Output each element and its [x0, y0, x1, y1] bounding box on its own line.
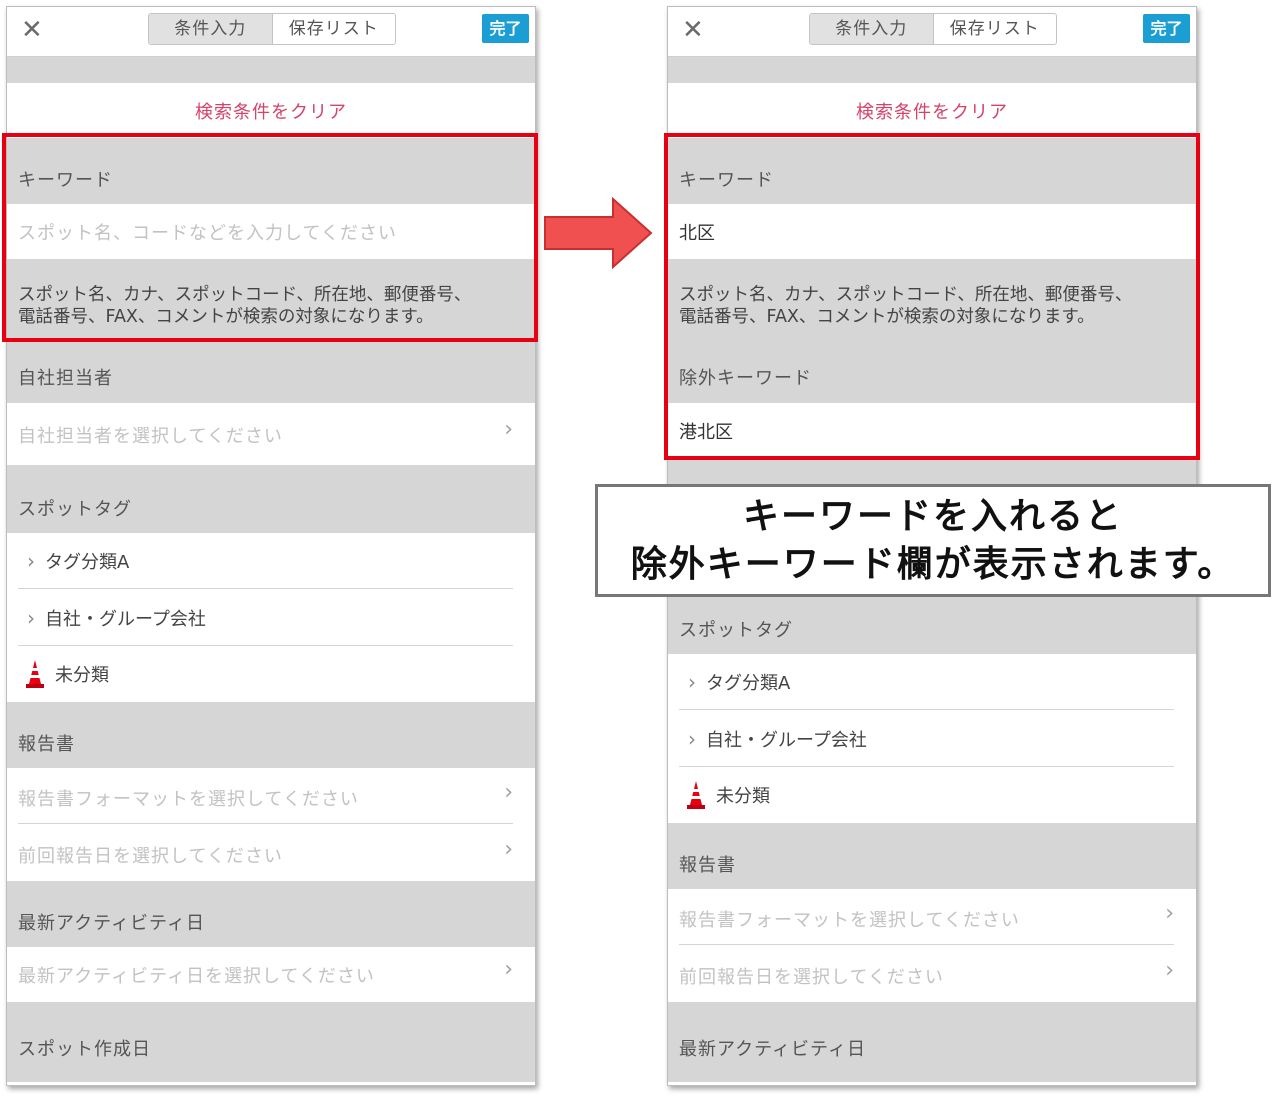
- section-spot-tag: スポットタグ: [7, 465, 535, 533]
- chevron-right-icon: ›: [27, 549, 35, 573]
- divider: [679, 944, 1174, 945]
- spot-tag-list: › タグ分類A › 自社・グループ会社 未分類: [668, 654, 1196, 823]
- done-button[interactable]: 完了: [1143, 14, 1190, 43]
- staff-title: 自社担当者: [18, 368, 113, 389]
- tag-label: 未分類: [55, 665, 109, 686]
- chevron-right-icon: ›: [688, 727, 696, 751]
- segmented-control: 条件入力 保存リスト: [809, 13, 1057, 45]
- chevron-right-icon: ›: [504, 417, 513, 442]
- activity-title: 最新アクティビティ日: [679, 1039, 866, 1060]
- activity-select-row: [668, 1082, 1196, 1085]
- activity-select-row[interactable]: 最新アクティビティ日を選択してください ›: [7, 947, 535, 1002]
- section-staff: 自社担当者: [7, 341, 535, 403]
- created-title: スポット作成日: [18, 1039, 151, 1060]
- tag-item-group[interactable]: › 自社・グループ会社: [27, 605, 206, 631]
- clear-conditions-link[interactable]: 検索条件をクリア: [7, 98, 535, 124]
- tab-saved-list[interactable]: 保存リスト: [934, 14, 1057, 44]
- traffic-cone-icon: [687, 781, 705, 809]
- section-created: スポット作成日: [7, 1002, 535, 1082]
- tag-item-group[interactable]: › 自社・グループ会社: [688, 726, 867, 752]
- close-icon[interactable]: ✕: [682, 15, 704, 45]
- report-list: 報告書フォーマットを選択してください › 前回報告日を選択してください ›: [7, 768, 535, 881]
- tab-condition-input[interactable]: 条件入力: [149, 14, 273, 44]
- divider: [18, 823, 513, 824]
- divider: [679, 766, 1174, 767]
- chevron-right-icon: ›: [504, 780, 513, 805]
- arrow-right-icon: [544, 197, 653, 269]
- report-last-date-select[interactable]: 前回報告日を選択してください: [679, 963, 944, 989]
- chevron-right-icon: ›: [1165, 958, 1174, 983]
- tag-item-unclassified[interactable]: 未分類: [686, 780, 770, 810]
- section-report: 報告書: [7, 702, 535, 768]
- tag-item-unclassified[interactable]: 未分類: [25, 659, 109, 689]
- clear-row[interactable]: 検索条件をクリア: [668, 83, 1196, 138]
- chevron-right-icon: ›: [504, 837, 513, 862]
- report-last-date-select[interactable]: 前回報告日を選択してください: [18, 842, 283, 868]
- activity-title: 最新アクティビティ日: [18, 913, 205, 934]
- close-icon[interactable]: ✕: [21, 15, 43, 45]
- tag-label: 自社・グループ会社: [706, 730, 867, 751]
- tag-label: 未分類: [716, 786, 770, 807]
- top-bar: ✕ 条件入力 保存リスト 完了: [7, 7, 535, 57]
- callout-line-1: キーワードを入れると: [742, 496, 1123, 537]
- divider: [18, 645, 513, 646]
- report-title: 報告書: [679, 855, 736, 876]
- staff-select[interactable]: 自社担当者を選択してください: [18, 422, 283, 448]
- section-activity: 最新アクティビティ日: [668, 1002, 1196, 1082]
- staff-select-row[interactable]: 自社担当者を選択してください ›: [7, 403, 535, 465]
- clear-conditions-link[interactable]: 検索条件をクリア: [668, 98, 1196, 124]
- spot-tag-title: スポットタグ: [18, 499, 132, 520]
- divider: [18, 588, 513, 589]
- tag-label: タグ分類A: [45, 552, 130, 573]
- callout-line-2: 除外キーワード欄が表示されます。: [630, 544, 1236, 585]
- spot-tag-list: › タグ分類A › 自社・グループ会社 未分類: [7, 533, 535, 702]
- highlight-box-right: [664, 133, 1200, 460]
- activity-select[interactable]: 最新アクティビティ日を選択してください: [18, 962, 375, 988]
- tab-condition-input[interactable]: 条件入力: [810, 14, 934, 44]
- report-format-select[interactable]: 報告書フォーマットを選択してください: [18, 785, 359, 811]
- tag-item-a[interactable]: › タグ分類A: [688, 669, 790, 695]
- tag-label: タグ分類A: [706, 673, 791, 694]
- segmented-control: 条件入力 保存リスト: [148, 13, 396, 45]
- spacer: [668, 58, 1196, 83]
- tag-item-a[interactable]: › タグ分類A: [27, 548, 129, 574]
- divider: [679, 709, 1174, 710]
- clear-row[interactable]: 検索条件をクリア: [7, 83, 535, 138]
- report-list: 報告書フォーマットを選択してください › 前回報告日を選択してください ›: [668, 889, 1196, 1002]
- chevron-right-icon: ›: [688, 670, 696, 694]
- section-spot-tag: スポットタグ: [668, 588, 1196, 654]
- spacer: [7, 58, 535, 83]
- report-title: 報告書: [18, 734, 75, 755]
- chevron-right-icon: ›: [1165, 901, 1174, 926]
- spot-tag-title: スポットタグ: [679, 620, 793, 641]
- tag-label: 自社・グループ会社: [45, 609, 206, 630]
- created-row: [7, 1082, 535, 1085]
- tab-saved-list[interactable]: 保存リスト: [273, 14, 396, 44]
- chevron-right-icon: ›: [27, 606, 35, 630]
- traffic-cone-icon: [26, 660, 44, 688]
- top-bar: ✕ 条件入力 保存リスト 完了: [668, 7, 1196, 57]
- callout-box: キーワードを入れると 除外キーワード欄が表示されます。: [595, 484, 1271, 597]
- highlight-box-left: [2, 133, 538, 342]
- section-report: 報告書: [668, 823, 1196, 889]
- done-button[interactable]: 完了: [482, 14, 529, 43]
- section-activity: 最新アクティビティ日: [7, 881, 535, 947]
- chevron-right-icon: ›: [504, 957, 513, 982]
- report-format-select[interactable]: 報告書フォーマットを選択してください: [679, 906, 1020, 932]
